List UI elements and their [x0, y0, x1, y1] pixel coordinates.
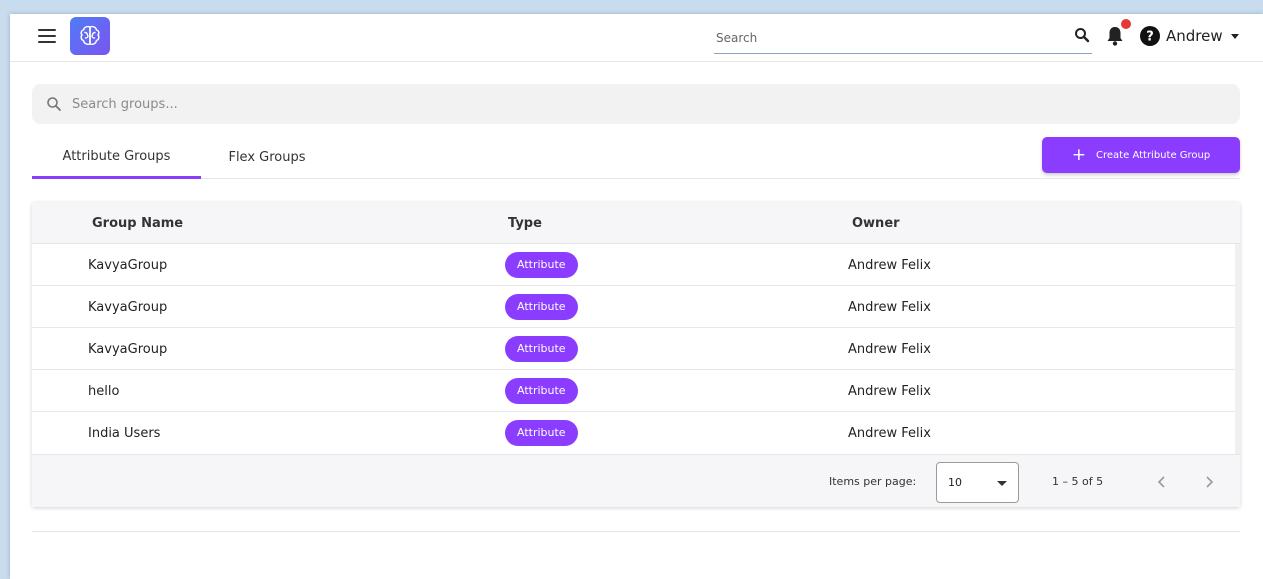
group-name-cell: India Users: [88, 425, 161, 441]
table-row[interactable]: hello Attribute Andrew Felix: [32, 370, 1235, 412]
search-icon[interactable]: [1074, 27, 1090, 43]
user-menu[interactable]: Andrew: [1166, 25, 1239, 47]
group-search-input[interactable]: [72, 84, 1222, 124]
table-row[interactable]: KavyaGroup Attribute Andrew Felix: [32, 244, 1235, 286]
column-header-owner[interactable]: Owner: [852, 202, 900, 244]
help-circle-icon[interactable]: ?: [1140, 26, 1160, 46]
owner-cell: Andrew Felix: [848, 383, 931, 399]
user-name: Andrew: [1166, 27, 1223, 45]
items-per-page-label: Items per page:: [829, 475, 917, 488]
search-icon: [46, 96, 62, 112]
tab-flex-groups[interactable]: Flex Groups: [210, 136, 324, 179]
app-window: ? Andrew Attribute Groups Flex Groups + …: [10, 14, 1263, 579]
bottom-divider: [32, 531, 1240, 532]
column-header-type[interactable]: Type: [508, 202, 542, 244]
caret-down-icon: [997, 481, 1007, 486]
top-bar: ? Andrew: [10, 14, 1263, 62]
create-attribute-group-label: Create Attribute Group: [1096, 149, 1211, 161]
table-row[interactable]: KavyaGroup Attribute Andrew Felix: [32, 286, 1235, 328]
paginator: Items per page: 10 1 – 5 of 5: [32, 454, 1240, 507]
table-row[interactable]: KavyaGroup Attribute Andrew Felix: [32, 328, 1235, 370]
type-badge: Attribute: [505, 420, 578, 446]
type-badge: Attribute: [505, 252, 578, 278]
global-search-input[interactable]: [714, 22, 1092, 54]
group-name-cell: KavyaGroup: [88, 257, 168, 273]
notification-dot: [1121, 19, 1131, 29]
group-name-cell: KavyaGroup: [88, 299, 168, 315]
page-range-label: 1 – 5 of 5: [1052, 475, 1104, 488]
owner-cell: Andrew Felix: [848, 341, 931, 357]
chevron-right-icon[interactable]: [1197, 470, 1221, 494]
table-scrollbar[interactable]: [1235, 244, 1240, 454]
column-header-group-name[interactable]: Group Name: [92, 202, 183, 244]
brain-logo-icon[interactable]: [70, 17, 110, 55]
table-row[interactable]: India Users Attribute Andrew Felix: [32, 412, 1235, 454]
group-name-cell: hello: [88, 383, 120, 399]
hamburger-menu-icon[interactable]: [38, 29, 56, 43]
caret-down-icon: [1230, 33, 1239, 39]
type-badge: Attribute: [505, 378, 578, 404]
type-badge: Attribute: [505, 294, 578, 320]
items-per-page-select[interactable]: 10: [936, 462, 1019, 503]
group-search-bar: [32, 84, 1240, 124]
group-name-cell: KavyaGroup: [88, 341, 168, 357]
table-header: Group Name Type Owner: [32, 202, 1240, 244]
owner-cell: Andrew Felix: [848, 257, 931, 273]
items-per-page-value: 10: [948, 476, 962, 489]
tab-attribute-groups[interactable]: Attribute Groups: [32, 136, 201, 179]
groups-table: Group Name Type Owner KavyaGroup Attribu…: [32, 202, 1240, 507]
create-attribute-group-button[interactable]: + Create Attribute Group: [1042, 137, 1240, 173]
chevron-left-icon[interactable]: [1150, 470, 1174, 494]
svg-text:?: ?: [1146, 30, 1154, 45]
type-badge: Attribute: [505, 336, 578, 362]
owner-cell: Andrew Felix: [848, 299, 931, 315]
owner-cell: Andrew Felix: [848, 425, 931, 441]
plus-icon: +: [1071, 144, 1087, 165]
